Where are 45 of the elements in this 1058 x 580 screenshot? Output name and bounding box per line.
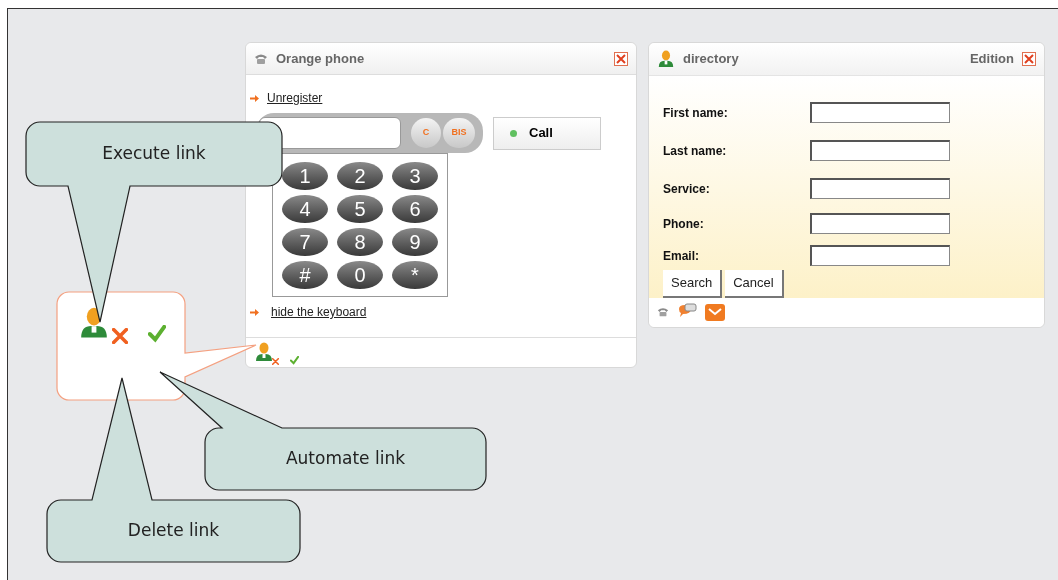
- callout-text: Delete link: [127, 519, 220, 543]
- keypad-key[interactable]: 8: [337, 227, 383, 256]
- keypad-key[interactable]: 0: [337, 260, 383, 289]
- edition-label[interactable]: Edition: [969, 49, 1014, 69]
- mail-icon[interactable]: [705, 303, 725, 321]
- keypad-key[interactable]: *: [392, 260, 438, 289]
- hide-keyboard-link[interactable]: hide the keyboard: [271, 303, 367, 321]
- callout-text: Execute link: [102, 142, 206, 166]
- keypad-key[interactable]: 3: [392, 161, 438, 190]
- window-title: Orange phone: [276, 49, 366, 68]
- field-label: Last name:: [663, 142, 728, 160]
- keypad-key[interactable]: 4: [282, 194, 328, 223]
- keypad-key[interactable]: 6: [392, 194, 438, 223]
- text-field[interactable]: [810, 213, 950, 235]
- text-field[interactable]: [810, 245, 950, 267]
- check-icon[interactable]: [290, 356, 299, 365]
- keypad-key[interactable]: 5: [337, 194, 383, 223]
- phone-icon: [657, 306, 669, 319]
- callout-text: Automate link: [285, 447, 405, 471]
- keypad-key[interactable]: 1: [282, 161, 328, 190]
- text-field[interactable]: [810, 102, 950, 124]
- arrow-icon: [250, 93, 259, 103]
- person-icon: [657, 49, 675, 68]
- form-button[interactable]: Cancel: [725, 269, 784, 298]
- field-label: Phone:: [663, 215, 705, 233]
- form-button[interactable]: Search: [663, 269, 723, 298]
- person-icon: [254, 342, 274, 362]
- close-icon[interactable]: [1022, 51, 1036, 66]
- check-icon[interactable]: [148, 325, 166, 343]
- cross-icon[interactable]: [272, 358, 279, 365]
- text-field[interactable]: [810, 140, 950, 162]
- field-label: First name:: [663, 104, 729, 122]
- arrow-icon: [250, 307, 259, 317]
- unregister-link[interactable]: Unregister: [267, 89, 323, 107]
- keypad-key[interactable]: 9: [392, 227, 438, 256]
- field-label: Email:: [663, 247, 700, 265]
- call-button[interactable]: Call: [493, 116, 601, 150]
- keypad-key[interactable]: #: [282, 260, 328, 289]
- keypad-key[interactable]: 2: [337, 161, 383, 190]
- keypad-key[interactable]: 7: [282, 227, 328, 256]
- field-label: Service:: [663, 180, 711, 198]
- text-field[interactable]: [810, 178, 950, 200]
- cross-icon[interactable]: [112, 328, 128, 344]
- window-title: directory: [683, 50, 740, 69]
- close-icon[interactable]: [614, 51, 628, 66]
